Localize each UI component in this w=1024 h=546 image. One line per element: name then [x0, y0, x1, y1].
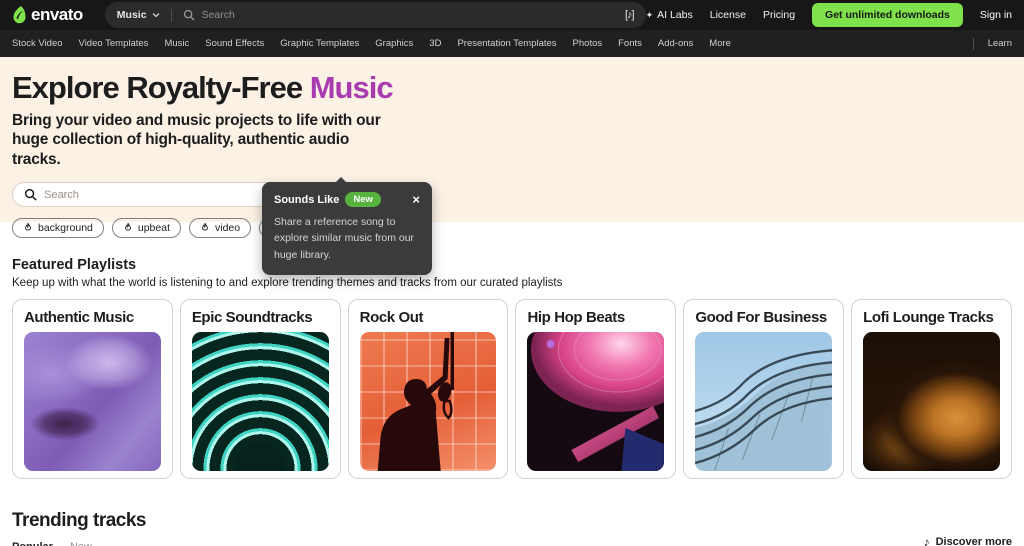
page: envato Music [♪] ✦AI Labs License Pricing … — [0, 0, 1024, 546]
nav-item-learn[interactable]: Learn — [988, 38, 1012, 49]
hero-subtitle: Bring your video and music projects to l… — [12, 111, 394, 169]
sign-in-link[interactable]: Sign in — [980, 9, 1012, 21]
tag-label: upbeat — [138, 222, 170, 234]
nav-item-graphic-templates[interactable]: Graphic Templates — [280, 38, 359, 49]
trending-tab-popular[interactable]: Popular — [12, 541, 53, 546]
trending-tab-new[interactable]: New — [70, 541, 92, 546]
hero-section: Explore Royalty-Free Music Bring your vi… — [0, 57, 1024, 222]
page-title: Explore Royalty-Free Music — [12, 72, 1012, 103]
divider — [973, 38, 974, 50]
purple-paint-swirl-image — [24, 332, 161, 471]
playlist-card-good-for-business[interactable]: Good For Business — [683, 299, 844, 479]
playlist-cards: Authentic Music Epic Soundtracks Rock Ou… — [12, 299, 1012, 479]
topbar-links: ✦AI Labs License Pricing — [646, 9, 795, 21]
tag-label: background — [38, 222, 93, 234]
nav-item-fonts[interactable]: Fonts — [618, 38, 642, 49]
envato-leaf-icon — [12, 6, 27, 24]
curved-glass-building-image — [695, 332, 832, 471]
sparkle-icon: ✦ — [646, 10, 654, 20]
playlist-card-lofi-lounge-tracks[interactable]: Lofi Lounge Tracks — [851, 299, 1012, 479]
sounds-like-icon[interactable]: [♪] — [625, 9, 634, 21]
playlist-title: Hip Hop Beats — [527, 310, 664, 325]
tag-label: video — [215, 222, 240, 234]
sleeping-cat-image — [863, 332, 1000, 471]
playlist-title: Lofi Lounge Tracks — [863, 310, 1000, 325]
envato-logo[interactable]: envato — [12, 5, 83, 25]
topbar-link-label: License — [710, 9, 746, 21]
topbar: envato Music [♪] ✦AI Labs License Pricing … — [0, 0, 1024, 30]
featured-playlists-title: Featured Playlists — [12, 257, 1012, 273]
discover-more-label: Discover more — [936, 536, 1012, 546]
title-highlight: Music — [310, 70, 393, 105]
tag-pill-upbeat[interactable]: upbeat — [112, 218, 181, 238]
teal-neon-arches-image — [192, 332, 329, 471]
singer-silhouette — [360, 332, 497, 471]
pink-turntable-image — [527, 332, 664, 471]
topbar-link-pricing[interactable]: Pricing — [763, 9, 795, 21]
topbar-link-label: Pricing — [763, 9, 795, 21]
tooltip-body: Share a reference song to explore simila… — [274, 214, 420, 263]
nav-item-sound-effects[interactable]: Sound Effects — [205, 38, 264, 49]
search-icon — [24, 188, 37, 201]
close-icon[interactable]: × — [412, 193, 420, 206]
nav-item-more[interactable]: More — [709, 38, 731, 49]
trending-tabs: Popular New — [12, 541, 1012, 546]
topbar-search-bar: Music [♪] — [105, 2, 646, 28]
playlist-card-rock-out[interactable]: Rock Out — [348, 299, 509, 479]
trending-tracks-title: Trending tracks — [12, 510, 1012, 532]
rock-singer-silhouette-image — [360, 332, 497, 471]
hero-search-input[interactable] — [44, 189, 297, 201]
playlist-card-hip-hop-beats[interactable]: Hip Hop Beats — [515, 299, 676, 479]
trending-tracks-section: Trending tracks Popular New ♪ Discover mo… — [0, 479, 1024, 546]
topbar-right: ✦AI Labs License Pricing Get unlimited dow… — [646, 3, 1012, 27]
playlist-title: Epic Soundtracks — [192, 310, 329, 325]
topbar-search-input[interactable] — [202, 9, 625, 21]
flame-icon — [123, 222, 133, 234]
playlist-card-authentic-music[interactable]: Authentic Music — [12, 299, 173, 479]
flame-icon — [23, 222, 33, 234]
curved-building — [695, 332, 832, 471]
nav-item-graphics[interactable]: Graphics — [375, 38, 413, 49]
divider — [171, 9, 172, 22]
tooltip-header: Sounds Like New × — [274, 192, 420, 207]
discover-more-link[interactable]: ♪ Discover more — [924, 535, 1012, 546]
playlist-title: Good For Business — [695, 310, 832, 325]
tooltip-title: Sounds Like — [274, 194, 339, 206]
chevron-down-icon — [152, 12, 160, 18]
nav-item-music[interactable]: Music — [164, 38, 189, 49]
featured-playlists-section: Featured Playlists Keep up with what the… — [0, 222, 1024, 479]
nav-right: Learn — [973, 38, 1012, 50]
nav-item-stock-video[interactable]: Stock Video — [12, 38, 63, 49]
nav-item-photos[interactable]: Photos — [573, 38, 603, 49]
music-note-icon: ♪ — [924, 535, 930, 546]
playlist-card-epic-soundtracks[interactable]: Epic Soundtracks — [180, 299, 341, 479]
logo-text: envato — [31, 5, 83, 25]
nav-item-3d[interactable]: 3D — [429, 38, 441, 49]
flame-icon — [200, 222, 210, 234]
title-prefix: Explore Royalty-Free — [12, 70, 310, 105]
search-icon — [183, 9, 195, 21]
category-dropdown[interactable]: Music — [117, 9, 160, 21]
sounds-like-tooltip: Sounds Like New × Share a reference song… — [262, 182, 432, 275]
get-unlimited-downloads-button[interactable]: Get unlimited downloads — [812, 3, 963, 27]
turntable — [527, 332, 664, 471]
playlist-title: Authentic Music — [24, 310, 161, 325]
nav-item-presentation-templates[interactable]: Presentation Templates — [457, 38, 556, 49]
playlist-title: Rock Out — [360, 310, 497, 325]
topbar-link-license[interactable]: License — [710, 9, 746, 21]
new-badge: New — [345, 192, 381, 207]
category-dropdown-label: Music — [117, 9, 147, 21]
topbar-link-ai-labs[interactable]: ✦AI Labs — [646, 9, 693, 21]
nav-item-add-ons[interactable]: Add-ons — [658, 38, 693, 49]
tag-pill-background[interactable]: background — [12, 218, 104, 238]
nav-item-video-templates[interactable]: Video Templates — [79, 38, 149, 49]
tag-pill-video[interactable]: video — [189, 218, 251, 238]
featured-playlists-subtitle: Keep up with what the world is listening… — [12, 277, 1012, 289]
main-nav: Stock Video Video Templates Music Sound Eff… — [0, 30, 1024, 57]
topbar-link-label: AI Labs — [657, 9, 693, 21]
nav-items: Stock Video Video Templates Music Sound Eff… — [12, 38, 731, 49]
